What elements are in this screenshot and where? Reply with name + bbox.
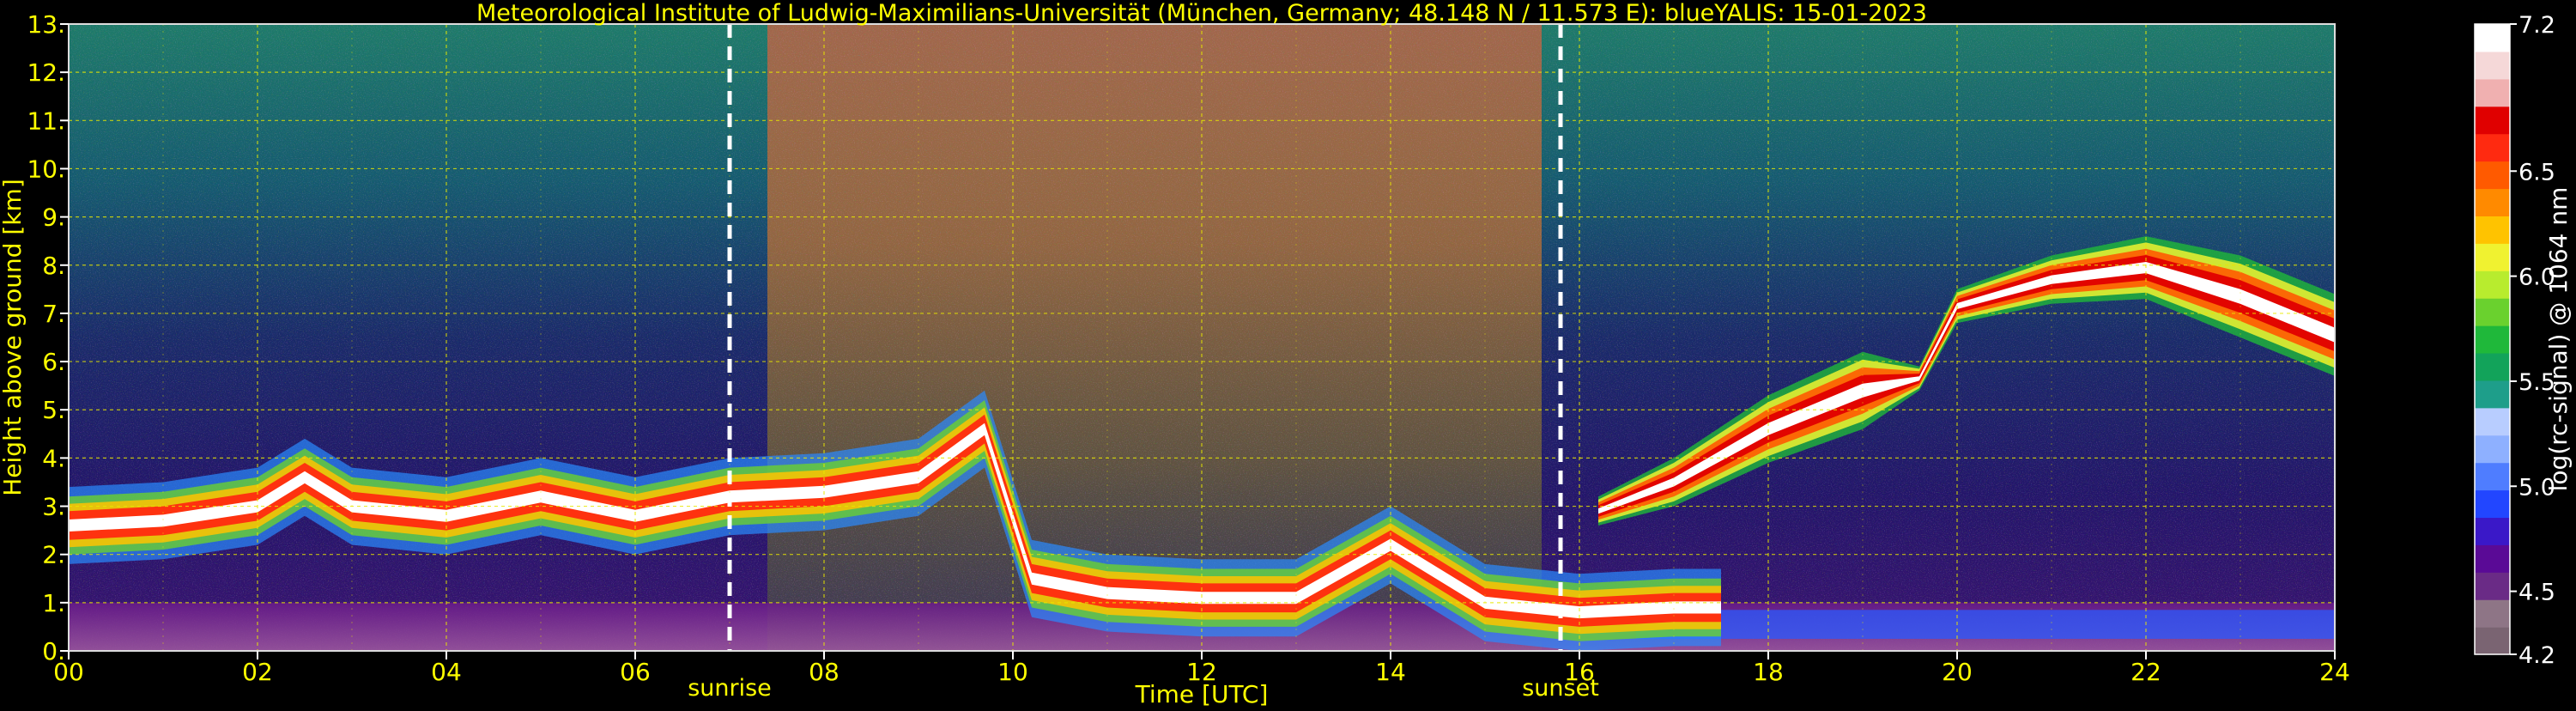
x-tick-label: 24	[2319, 658, 2350, 686]
x-tick-label: 02	[242, 658, 273, 686]
colorbar-swatch	[2475, 270, 2510, 299]
y-tick-label: 12.	[27, 58, 65, 87]
y-tick-label: 8.	[42, 252, 65, 280]
lidar-quicklook-chart: sunrise sunset 00 02 04 06 08 10 12 14 16 18 20 22 24…	[0, 0, 2573, 708]
y-tick-label: 11.	[27, 106, 65, 135]
colorbar-swatch	[2475, 599, 2510, 628]
colorbar-swatch	[2475, 627, 2510, 655]
colorbar-tick-label: 4.2	[2518, 642, 2555, 669]
x-tick-label: 20	[1942, 658, 1973, 686]
colorbar-swatch	[2475, 572, 2510, 600]
x-tick-label: 06	[620, 658, 651, 686]
colorbar-swatch	[2475, 380, 2510, 409]
colorbar-tick-label: 7.2	[2518, 12, 2555, 39]
residual-layer-blue	[1636, 610, 2335, 639]
x-tick-label: 18	[1753, 658, 1784, 686]
colorbar-label: log(rc-signal) @ 1064 nm	[2544, 187, 2573, 492]
y-tick-label: 10.	[27, 155, 65, 183]
colorbar-swatch	[2475, 24, 2510, 52]
y-tick-label: 13.	[27, 10, 65, 39]
colorbar-swatch	[2475, 462, 2510, 491]
colorbar: 4.24.55.05.56.06.57.2	[2474, 12, 2555, 669]
colorbar-swatch	[2475, 544, 2510, 573]
y-tick-label: 1.	[42, 589, 65, 617]
x-tick-label: 16	[1564, 658, 1595, 686]
y-tick-label: 9.	[42, 204, 65, 232]
colorbar-swatch	[2475, 298, 2510, 326]
colorbar-swatch	[2475, 434, 2510, 464]
colorbar-swatch	[2475, 407, 2510, 436]
colorbar-swatch	[2475, 106, 2510, 135]
colorbar-swatch	[2475, 352, 2510, 381]
colorbar-swatch	[2475, 78, 2510, 107]
x-tick-label: 14	[1375, 658, 1406, 686]
colorbar-swatch	[2475, 133, 2510, 162]
y-tick-label: 5.	[42, 396, 65, 424]
colorbar-swatch	[2475, 489, 2510, 519]
x-tick-label: 22	[2131, 658, 2161, 686]
colorbar-swatch	[2475, 325, 2510, 354]
y-axis-label: Height above ground [km]	[0, 179, 27, 496]
x-tick-label: 04	[431, 658, 462, 686]
sunrise-label: sunrise	[688, 675, 772, 702]
y-tick-label: 0.	[42, 637, 65, 665]
colorbar-swatch	[2475, 216, 2510, 244]
y-tick-label: 2.	[42, 541, 65, 569]
colorbar-swatch	[2475, 51, 2510, 80]
y-tick-label: 3.	[42, 493, 65, 521]
y-tick-label: 6.	[42, 348, 65, 376]
y-tick-label: 4.	[42, 444, 65, 472]
y-tick-label: 7.	[42, 300, 65, 328]
x-tick-label: 08	[809, 658, 839, 686]
colorbar-tick-label: 4.5	[2518, 580, 2555, 606]
colorbar-swatch	[2475, 188, 2510, 216]
colorbar-tick-label: 6.5	[2518, 159, 2555, 185]
colorbar-swatch	[2475, 161, 2510, 190]
plot-area	[69, 24, 2335, 651]
x-axis-label: Time [UTC]	[1135, 680, 1269, 708]
chart-title: Meteorological Institute of Ludwig-Maxim…	[476, 0, 1927, 27]
lidar-quicklook-figure: sunrise sunset 00 02 04 06 08 10 12 14 16 18 20 22 24…	[0, 0, 2576, 708]
signal-noise	[69, 24, 2335, 651]
x-tick-label: 10	[997, 658, 1028, 686]
colorbar-swatch	[2475, 243, 2510, 271]
colorbar-swatch	[2475, 517, 2510, 545]
